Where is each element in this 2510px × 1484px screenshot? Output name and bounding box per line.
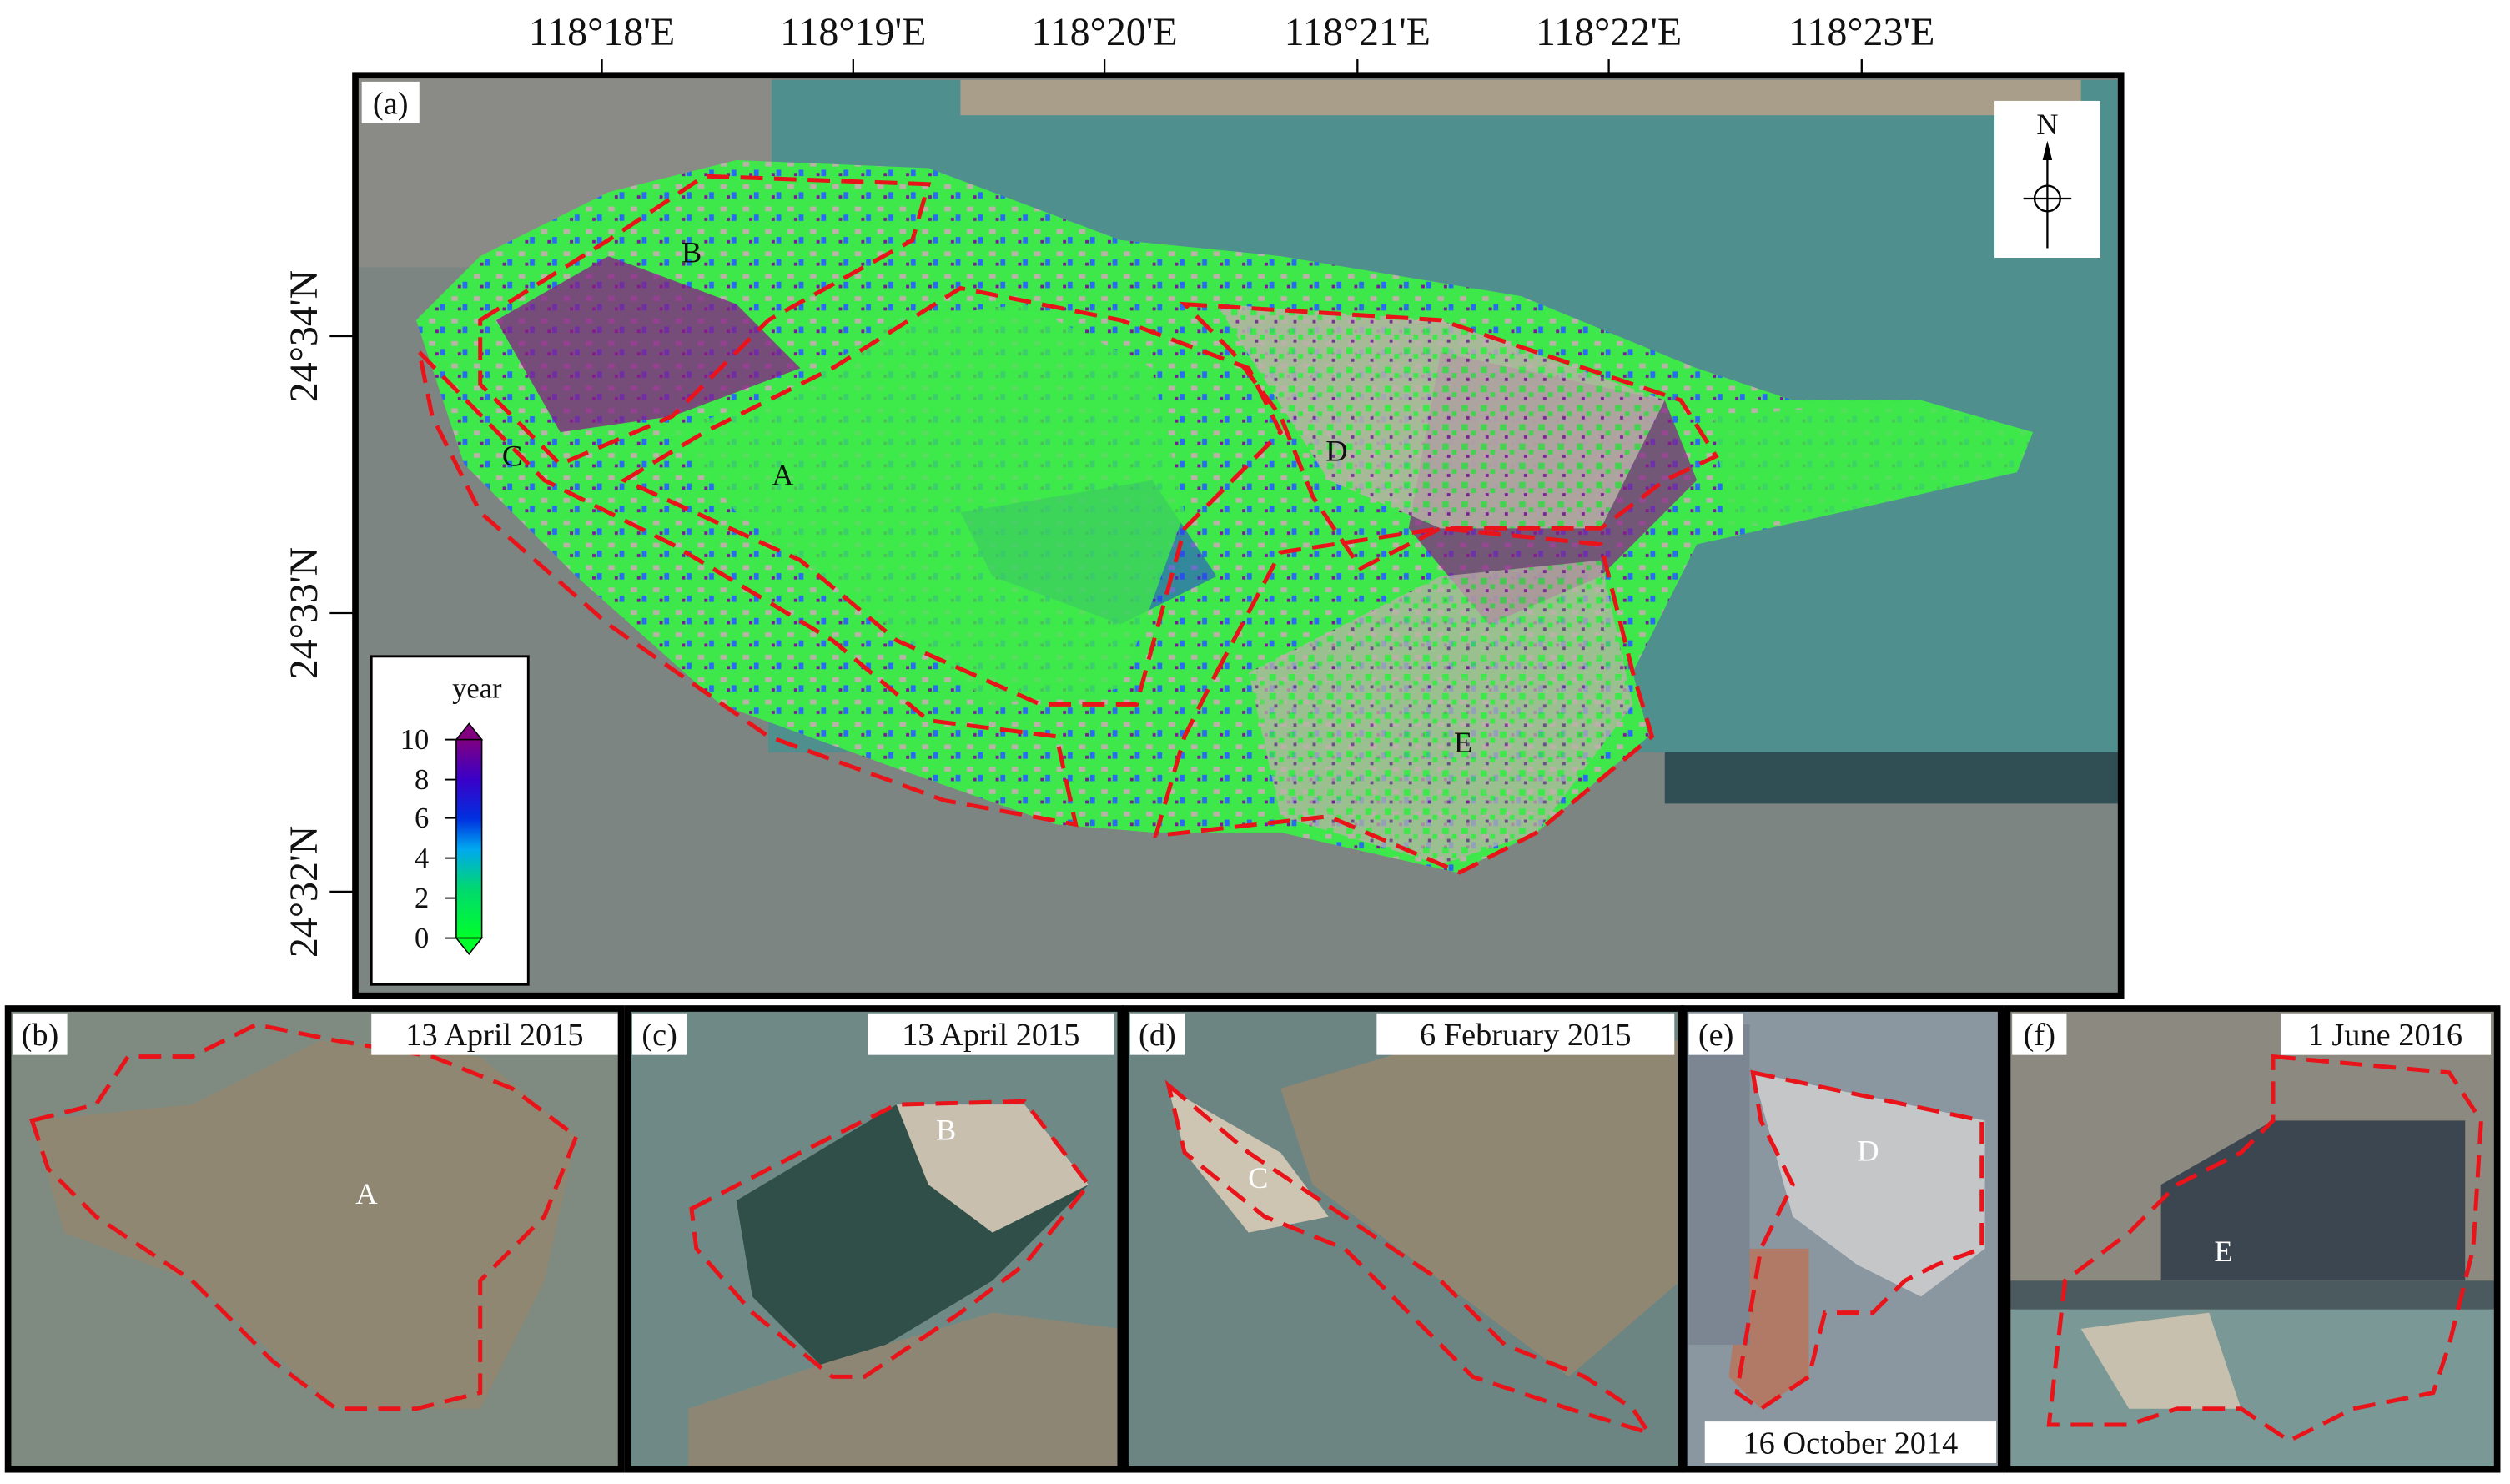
region-label-c: C — [502, 439, 522, 472]
region-label-a: A — [772, 458, 794, 491]
north-label: N — [2036, 108, 2058, 141]
panel-label: (c) — [641, 1018, 677, 1053]
panel-label: (b) — [22, 1018, 59, 1053]
image-strip — [1664, 752, 2121, 804]
panel-label: (f) — [2024, 1018, 2055, 1053]
panel-label-a: (a) — [373, 86, 409, 121]
lat-tick-label: 24°32'N — [282, 826, 326, 958]
figure: 118°18'E 118°19'E 118°20'E 118°21'E 118°… — [4, 10, 2501, 1473]
legend-tick: 8 — [415, 764, 429, 796]
legend-tick: 4 — [415, 843, 429, 874]
lat-tick-label: 24°33'N — [282, 547, 326, 679]
panel-date: 13 April 2015 — [405, 1018, 583, 1053]
longitude-axis: 118°18'E 118°19'E 118°20'E 118°21'E 118°… — [529, 10, 1934, 76]
legend-tick: 0 — [415, 923, 429, 954]
lon-tick-label: 118°23'E — [1788, 10, 1934, 54]
main-map-panel: B A C D E (a) N year 10 8 6 4 2 0 — [352, 72, 2125, 999]
panel-label: (e) — [1698, 1018, 1734, 1053]
region-label: D — [1857, 1134, 1879, 1167]
sub-panel-b: (b) 13 April 2015 A — [4, 1005, 625, 1473]
lon-tick-label: 118°21'E — [1285, 10, 1431, 54]
panel-date: 16 October 2014 — [1743, 1426, 1958, 1461]
region-label: C — [1248, 1161, 1268, 1195]
region-label-e: E — [1454, 726, 1472, 759]
sub-panel-c: (c) 13 April 2015 B — [624, 1005, 1124, 1473]
legend-tick: 10 — [400, 724, 430, 756]
legend-tick: 2 — [415, 883, 429, 914]
panel-date: 1 June 2016 — [2308, 1018, 2462, 1053]
region-label: A — [355, 1177, 378, 1210]
sub-panel-e: (e) 16 October 2014 D — [1680, 1005, 2004, 1473]
lon-tick-label: 118°20'E — [1031, 10, 1177, 54]
colorbar — [455, 738, 483, 939]
sub-panel-d: (d) 6 February 2015 C — [1122, 1005, 1684, 1473]
colorbar-legend: year 10 8 6 4 2 0 — [370, 655, 530, 986]
north-arrow: N — [1994, 100, 2100, 259]
legend-title: year — [452, 673, 502, 705]
sub-panel-f: (f) 1 June 2016 E — [2004, 1005, 2501, 1473]
coastline-strip — [960, 79, 2081, 116]
region-label-d: D — [1325, 435, 1347, 468]
region-label-b: B — [682, 236, 702, 269]
lat-tick-label: 24°34'N — [282, 270, 326, 402]
panel-label: (d) — [1139, 1018, 1176, 1053]
legend-tick: 6 — [415, 802, 429, 834]
latitude-axis: 24°34'N 24°33'N 24°32'N — [282, 270, 356, 958]
panel-date: 13 April 2015 — [902, 1018, 1079, 1053]
lon-tick-label: 118°18'E — [529, 10, 675, 54]
lon-tick-label: 118°19'E — [780, 10, 926, 54]
region-label: B — [936, 1113, 956, 1146]
panel-date: 6 February 2015 — [1420, 1018, 1632, 1053]
lon-tick-label: 118°22'E — [1536, 10, 1682, 54]
region-label: E — [2214, 1235, 2232, 1268]
